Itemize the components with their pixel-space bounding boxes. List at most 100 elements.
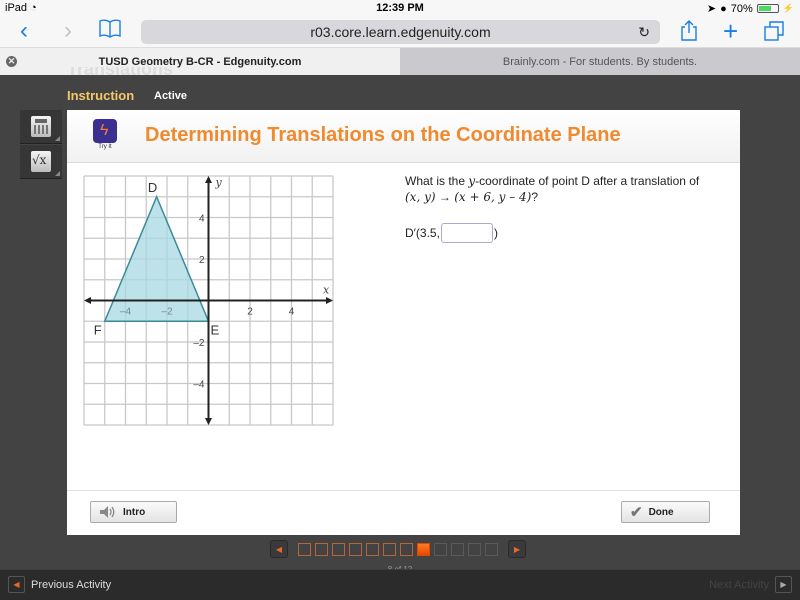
caret-right-icon: ▶ [513, 544, 521, 554]
previous-activity-label: Previous Activity [31, 578, 112, 591]
new-tab-button[interactable]: + [723, 18, 738, 44]
pager-step[interactable] [434, 542, 447, 556]
activity-panel: ϟ Try It Determining Translations on the… [67, 110, 740, 535]
panel-header: ϟ Try It Determining Translations on the… [67, 110, 740, 163]
panel-footer: Intro ✔ Done [67, 490, 740, 535]
x-tick-label: 2 [247, 307, 253, 318]
pager-step[interactable] [332, 542, 345, 556]
pager-step[interactable] [485, 542, 498, 556]
y-tick-label: 2 [199, 255, 205, 266]
expand-corner [55, 136, 60, 141]
answer-prefix: D′(3.5, [405, 226, 440, 240]
speaker-icon [100, 506, 115, 518]
x-axis-arrow-right [326, 297, 333, 304]
battery-fill [758, 6, 772, 11]
question-part: -coordinate of point D after a translati… [475, 174, 700, 188]
question-part: What is the [405, 174, 469, 188]
url-text: r03.core.learn.edgenuity.com [310, 24, 491, 40]
back-button[interactable]: ‹ [20, 18, 28, 44]
y-tick-label: –4 [193, 380, 205, 391]
square-root-icon: √x [31, 151, 51, 172]
x-tick-label: –4 [120, 307, 132, 318]
point-label-e: E [211, 322, 220, 337]
pager-prev-button[interactable]: ◀ [270, 540, 288, 558]
pager-step[interactable] [468, 542, 481, 556]
rule-arrow: → [435, 190, 455, 204]
bookmarks-button[interactable] [98, 18, 122, 45]
x-axis-label: x [323, 284, 330, 297]
rule-rhs: (x + 6, y – 4) [454, 190, 532, 204]
coordinate-plane: x y –4 –2 2 4 4 2 –2 –4 D E F [83, 175, 334, 426]
next-activity-label: Next Activity [709, 578, 769, 591]
try-it-label: Try It [98, 144, 112, 150]
share-icon [681, 20, 697, 41]
pager-step[interactable] [298, 542, 311, 556]
pager-step[interactable] [315, 542, 328, 556]
edgenuity-app: Translations Instruction Active √x ϟ Try… [0, 67, 800, 600]
pager-step[interactable] [349, 542, 362, 556]
activity-pager: ◀ ▶ [270, 538, 526, 560]
pager-step[interactable] [417, 542, 430, 556]
caret-right-icon: ▶ [775, 576, 792, 593]
tab-title: Brainly.com - For students. By students. [502, 56, 698, 68]
alarm-icon: ● [720, 2, 727, 15]
answer-row: D′(3.5, ) [405, 223, 498, 243]
tab-brainly[interactable]: Brainly.com - For students. By students. [400, 48, 800, 76]
breadcrumb-instruction[interactable]: Instruction [67, 88, 134, 103]
done-button[interactable]: ✔ Done [621, 501, 710, 523]
activity-status: Active [154, 90, 188, 102]
point-label-f: F [94, 322, 102, 337]
point-label-d: D [148, 180, 157, 195]
x-tick-label: –2 [161, 307, 173, 318]
tabs-button[interactable] [763, 20, 785, 48]
tabs-icon [764, 21, 784, 41]
tab-edgenuity[interactable]: ✕ TUSD Geometry B-CR - Edgenuity.com [0, 48, 400, 76]
y-coordinate-input[interactable] [440, 223, 493, 243]
bolt-icon: ⚡ [782, 3, 794, 13]
pager-step[interactable] [366, 542, 379, 556]
location-arrow-icon: ➤ [706, 3, 717, 15]
question-end: ? [531, 190, 539, 204]
x-axis-arrow-left [84, 297, 91, 304]
done-label: Done [648, 506, 674, 518]
url-bar[interactable]: r03.core.learn.edgenuity.com ↻ [141, 20, 660, 44]
intro-label: Intro [123, 506, 146, 518]
try-it-icon: ϟ [93, 119, 117, 143]
browser-toolbar: ‹ › r03.core.learn.edgenuity.com ↻ + [0, 16, 800, 47]
share-button[interactable] [680, 20, 698, 48]
calculator-button[interactable] [20, 110, 62, 144]
lightning-icon: ϟ [100, 122, 109, 139]
y-axis-arrow-down [205, 418, 212, 425]
status-right: ➤ ● 70% ⚡ [706, 2, 794, 16]
clock: 12:39 PM [376, 2, 424, 14]
pager-next-button[interactable]: ▶ [508, 540, 526, 558]
battery-percent: 70% [730, 2, 753, 15]
caret-left-icon: ◀ [8, 576, 25, 593]
activity-title: Determining Translations on the Coordina… [145, 124, 621, 146]
x-tick-label: 4 [289, 307, 295, 318]
expand-corner [55, 171, 60, 176]
pager-step[interactable] [400, 542, 413, 556]
next-activity-button[interactable]: Next Activity ▶ [709, 576, 792, 593]
y-tick-label: –2 [193, 338, 205, 349]
question-text: What is the y-coordinate of point D afte… [405, 173, 725, 205]
answer-suffix: ) [493, 226, 498, 240]
close-tab-icon[interactable]: ✕ [6, 56, 17, 67]
pager-step[interactable] [383, 542, 396, 556]
forward-button[interactable]: › [64, 18, 72, 44]
y-axis-arrow-up [205, 176, 212, 183]
pager-step[interactable] [451, 542, 464, 556]
previous-activity-button[interactable]: ◀ Previous Activity [8, 576, 111, 593]
intro-button[interactable]: Intro [90, 501, 177, 523]
battery-icon [756, 4, 779, 13]
caret-left-icon: ◀ [275, 544, 283, 554]
course-title: Translations [67, 67, 173, 75]
checkmark-icon: ✔ [630, 504, 643, 521]
calculator-icon [31, 116, 51, 137]
book-icon [99, 19, 121, 38]
plus-icon: + [723, 16, 739, 46]
formulas-button[interactable]: √x [20, 145, 62, 179]
y-tick-label: 4 [199, 214, 205, 225]
reload-icon[interactable]: ↻ [638, 20, 650, 44]
activity-nav-bar: ◀ Previous Activity Next Activity ▶ [0, 569, 800, 600]
